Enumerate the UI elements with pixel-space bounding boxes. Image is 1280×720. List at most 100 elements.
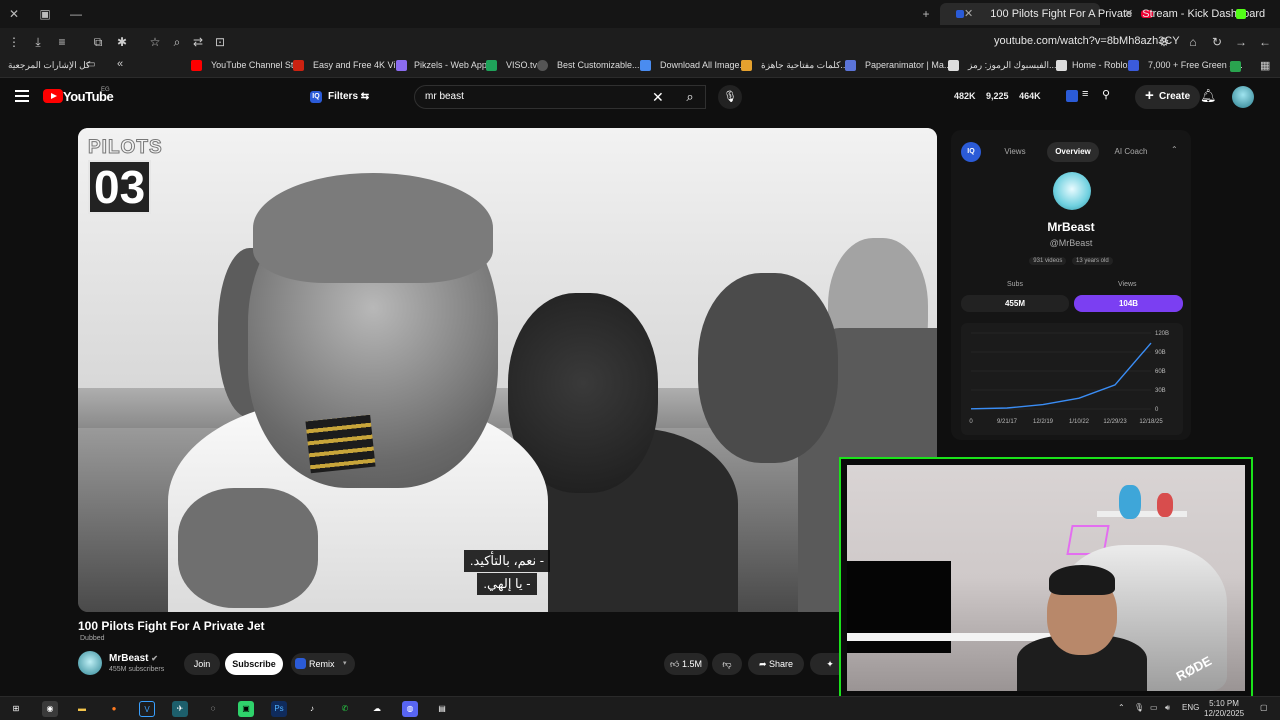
mic-tray-icon[interactable]: 🎙 xyxy=(1134,703,1144,712)
star-icon[interactable]: ☆ xyxy=(147,34,163,50)
youtube-logo-icon[interactable] xyxy=(43,89,63,103)
whatsapp-icon[interactable]: ✆ xyxy=(337,701,353,717)
channel-name[interactable]: MrBeast ✔ xyxy=(109,653,158,664)
bookmark-item[interactable]: 7,000 + Free Green S... xyxy=(1128,60,1243,71)
back-icon[interactable]: ← xyxy=(1257,34,1273,50)
filters-button[interactable]: IQ Filters ⇆ xyxy=(306,86,377,108)
subscribe-button[interactable]: Subscribe xyxy=(225,653,283,675)
collapse-icon[interactable]: ⌃ xyxy=(1171,145,1178,154)
like-button[interactable]: 👍︎ 1.5M xyxy=(664,653,708,675)
award-icon[interactable]: ⚲ xyxy=(1102,88,1110,101)
download-icon[interactable]: ⤓ xyxy=(30,34,46,50)
browser-toolbar: ⋮ ⤓ ≡ ⧉ ✱ ☆ ⌕ ⇄ ⊡ youtube.com/watch?v=8b… xyxy=(0,28,1280,56)
site-settings-icon[interactable]: ⚙ xyxy=(1156,34,1172,50)
search-icon[interactable]: ⌕ xyxy=(676,85,704,109)
file-explorer-icon[interactable]: ▬ xyxy=(74,701,90,717)
clear-search-icon[interactable]: ✕ xyxy=(652,89,664,106)
filters-label: Filters xyxy=(328,91,359,102)
v-icon xyxy=(293,60,304,71)
app-icon[interactable]: ✈ xyxy=(172,701,188,717)
vegas-icon[interactable]: V xyxy=(139,701,155,717)
discord-icon[interactable]: ◍ xyxy=(402,701,418,717)
tiktok-icon[interactable]: ♪ xyxy=(304,701,320,717)
photoshop-icon[interactable]: Ps xyxy=(271,701,287,717)
app-icon[interactable]: ☁ xyxy=(369,701,385,717)
install-icon[interactable]: ⊡ xyxy=(212,34,228,50)
bookmark-item[interactable]: كلمات مفتاحية جاهزة... xyxy=(741,60,848,71)
list-icon[interactable]: ≡ xyxy=(1082,88,1088,100)
reading-list-icon[interactable]: ≡ xyxy=(54,34,70,50)
webcam-overlay: RØDE xyxy=(839,457,1253,699)
remix-button[interactable]: Remix ▾ xyxy=(291,653,355,675)
address-bar[interactable]: youtube.com/watch?v=8bMh8azh3CY xyxy=(994,35,1180,47)
tab-views[interactable]: Views xyxy=(989,142,1041,162)
clock[interactable]: 5:10 PM 12/20/2025 xyxy=(1204,699,1244,719)
firefox-icon[interactable]: ● xyxy=(106,701,122,717)
tab-favicon xyxy=(956,10,964,18)
notification-icon[interactable]: ▢ xyxy=(1260,703,1268,712)
forward-icon[interactable]: → xyxy=(1233,34,1249,50)
zoom-icon[interactable]: ⌕ xyxy=(169,34,185,50)
grid-icon[interactable]: ▦ xyxy=(1260,59,1270,72)
tab-search-icon[interactable]: ▣ xyxy=(37,6,53,22)
avatar[interactable] xyxy=(1232,86,1254,108)
tray-chevron-icon[interactable]: ⌃ xyxy=(1118,703,1125,712)
bookmark-item[interactable]: VISO.tv xyxy=(486,60,537,71)
menu-dots-icon[interactable]: ⋮ xyxy=(6,34,22,50)
panel-channel-name: MrBeast xyxy=(1047,220,1095,234)
reload-icon[interactable]: ↻ xyxy=(1209,34,1225,50)
download-image-icon xyxy=(640,60,651,71)
folder-icon[interactable]: ▭ xyxy=(86,59,95,70)
translate-icon[interactable]: ⇄ xyxy=(190,34,206,50)
channel-avatar[interactable] xyxy=(78,651,102,675)
tab-kick[interactable]: ✕ Stream - Kick Dashboard xyxy=(1100,3,1265,25)
obs-icon[interactable]: ◌ xyxy=(205,701,221,717)
bookmark-item[interactable]: Easy and Free 4K Vi... xyxy=(293,60,403,71)
share-button[interactable]: ➦ Share xyxy=(748,653,804,675)
new-tab-icon[interactable]: + xyxy=(918,6,934,22)
start-icon[interactable]: ⊞ xyxy=(8,701,24,717)
bookmark-all[interactable]: كل الإشارات المرجعية xyxy=(8,60,90,71)
network-icon[interactable]: ▭ xyxy=(1150,703,1158,712)
chevron-left-icon[interactable]: « xyxy=(117,58,123,70)
close-window-icon[interactable]: ✕ xyxy=(6,6,22,22)
views-metric[interactable]: 104B xyxy=(1074,295,1183,312)
bookmark-item[interactable]: YouTube Channel St... xyxy=(191,60,301,71)
subs-metric[interactable]: 455M xyxy=(961,295,1069,312)
bookmark-item[interactable]: Paperanimator | Ma... xyxy=(845,60,951,71)
extensions-icon[interactable]: ✱ xyxy=(114,34,130,50)
hamburger-menu-icon[interactable] xyxy=(15,90,29,102)
thumbs-up-icon: 👍︎ xyxy=(670,659,680,669)
minimize-icon[interactable]: — xyxy=(68,6,84,22)
y-tick-label: 0 xyxy=(1155,407,1159,413)
video-player[interactable]: PILOTS 03 - نعم، بالتأكيد. - يا إلهي. xyxy=(78,128,937,612)
bookmark-item[interactable]: Pikzels - Web App xyxy=(396,60,487,71)
vidiq-toolbar-icon[interactable] xyxy=(1066,90,1078,102)
dislike-button[interactable]: 👎︎ xyxy=(712,653,742,675)
app-icon[interactable]: ▤ xyxy=(434,701,450,717)
chrome-icon[interactable]: ◉ xyxy=(42,701,58,717)
kick-app-icon[interactable]: ▣ xyxy=(238,701,254,717)
bookmark-item[interactable]: Download All Image... xyxy=(640,60,747,71)
microphone-icon[interactable]: 🎙 xyxy=(718,85,742,109)
close-tab-icon[interactable]: ✕ xyxy=(1124,8,1133,20)
tab-overview[interactable]: Overview xyxy=(1047,142,1099,162)
close-tab-icon[interactable]: ✕ xyxy=(964,8,973,20)
bookmark-item[interactable]: الفيسبوك الرموز: رمز... xyxy=(948,60,1057,71)
volume-icon[interactable]: 🔊︎ xyxy=(1165,703,1170,713)
tab-ai-coach[interactable]: AI Coach xyxy=(1103,142,1159,162)
join-button[interactable]: Join xyxy=(184,653,220,675)
taskbar: ⊞ ◉ ▬ ● V ✈ ◌ ▣ Ps ♪ ✆ ☁ ◍ ▤ ⌃ 🎙 ▭ 🔊︎ EN… xyxy=(0,696,1280,720)
sliders-icon: ⇆ xyxy=(360,91,370,102)
extension-icon[interactable] xyxy=(1230,61,1241,72)
create-button[interactable]: Create xyxy=(1135,84,1201,109)
bell-icon[interactable]: 🔔︎ xyxy=(1200,88,1217,104)
home-icon[interactable]: ⌂ xyxy=(1185,34,1201,50)
bookmark-item[interactable]: Best Customizable... xyxy=(537,60,640,71)
tab-video[interactable]: ✕ 100 Pilots Fight For A Private xyxy=(940,3,1154,25)
bookmark-item[interactable]: Home - Roblox xyxy=(1056,60,1132,71)
copy-icon[interactable]: ⧉ xyxy=(90,34,106,50)
bookmark-label: 7,000 + Free Green S... xyxy=(1148,60,1243,70)
caption-line: - نعم، بالتأكيد. xyxy=(463,550,551,572)
language-indicator[interactable]: ENG xyxy=(1182,703,1199,712)
